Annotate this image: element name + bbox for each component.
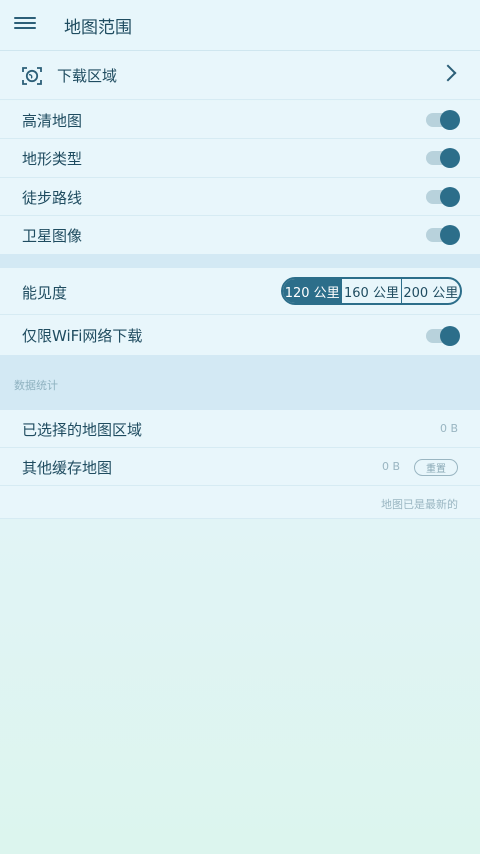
selected-area-size: 0 B — [439, 422, 458, 435]
other-cache-row: 其他缓存地图 0 B — [0, 448, 480, 486]
hamburger-menu-icon[interactable] — [14, 14, 36, 36]
visibility-label: 能见度 — [22, 284, 68, 302]
other-cache-size: 0 B — [382, 460, 401, 473]
map-status-text: 地图已是最新的 — [381, 498, 458, 511]
toggle-knob — [440, 187, 460, 207]
toggle-knob — [440, 110, 460, 130]
hd-map-toggle[interactable] — [426, 110, 460, 130]
app-bar: 地图范围 — [0, 0, 480, 51]
terrain-toggle[interactable] — [426, 148, 460, 168]
wifi-only-label: 仅限WiFi网络下载 — [22, 327, 143, 345]
stats-section-label: 数据统计 — [14, 379, 58, 392]
layer-label-hd-map: 高清地图 — [22, 112, 83, 130]
toggle-knob — [440, 148, 460, 168]
selected-area-label: 已选择的地图区域 — [22, 421, 143, 439]
layer-label-satellite: 卫星图像 — [22, 227, 83, 245]
visibility-segmented-control[interactable]: 120 公里 160 公里 200 公里 — [281, 277, 462, 305]
layer-label-terrain: 地形类型 — [22, 150, 83, 168]
satellite-toggle[interactable] — [426, 225, 460, 245]
wifi-only-toggle[interactable] — [426, 326, 460, 346]
toggle-knob — [440, 225, 460, 245]
visibility-option-160[interactable]: 160 公里 — [341, 279, 400, 303]
visibility-option-120[interactable]: 120 公里 — [283, 279, 342, 303]
layer-row-hiking: 徒步路线 — [0, 178, 480, 216]
stats-section-band — [0, 355, 480, 410]
reset-cache-button[interactable]: 重置 — [414, 459, 458, 476]
layer-row-terrain: 地形类型 — [0, 139, 480, 178]
toggle-knob — [440, 326, 460, 346]
chevron-right-icon — [439, 64, 457, 82]
selected-area-row: 已选择的地图区域 0 B — [0, 410, 480, 448]
globe-scan-icon — [22, 67, 42, 85]
section-divider — [0, 254, 480, 268]
layer-row-satellite: 卫星图像 — [0, 216, 480, 254]
layer-row-hd-map: 高清地图 — [0, 101, 480, 139]
download-area-row[interactable]: 下载区域 — [0, 51, 480, 100]
wifi-only-row: 仅限WiFi网络下载 — [0, 315, 480, 355]
download-area-label: 下载区域 — [57, 67, 118, 85]
visibility-option-200[interactable]: 200 公里 — [400, 279, 460, 303]
other-cache-label: 其他缓存地图 — [22, 459, 113, 477]
page-title: 地图范围 — [64, 18, 132, 38]
layer-label-hiking: 徒步路线 — [22, 189, 83, 207]
hiking-toggle[interactable] — [426, 187, 460, 207]
